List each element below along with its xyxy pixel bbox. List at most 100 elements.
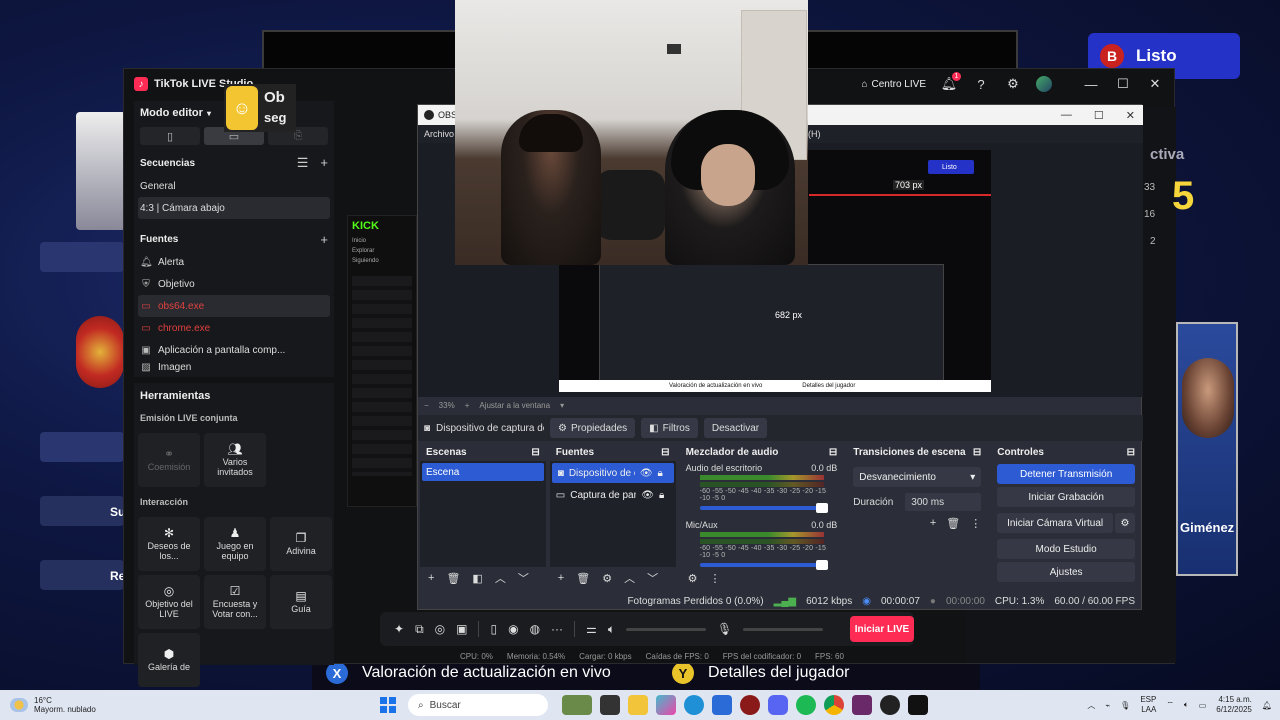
- layers-icon[interactable]: ⧉: [415, 622, 424, 637]
- gear-icon[interactable]: ⚙: [602, 572, 612, 585]
- trash-icon[interactable]: 🗑︎: [576, 572, 590, 585]
- settings-button[interactable]: Ajustes: [997, 562, 1135, 582]
- juego-equipo-tool[interactable]: ♟ Juego en equipo: [204, 517, 266, 571]
- obs-icon[interactable]: [880, 695, 900, 715]
- chevron-up-icon[interactable]: ︿: [1087, 700, 1095, 711]
- minimize-icon[interactable]: —: [1082, 75, 1100, 93]
- sequence-item[interactable]: 4:3 | Cámara abajo: [138, 197, 330, 219]
- clock[interactable]: 4:15 a.m. 6/12/2025: [1216, 695, 1252, 715]
- encuesta-tool[interactable]: ☑ Encuesta y Votar con...: [204, 575, 266, 629]
- mic-icon[interactable]: 🎙︎: [717, 622, 732, 636]
- source-item[interactable]: 🔔︎ Alerta: [134, 251, 334, 273]
- virtual-camera-settings-button[interactable]: ⚙: [1115, 513, 1135, 533]
- stop-streaming-button[interactable]: Detener Transmisión: [997, 464, 1135, 484]
- mic-volume-slider[interactable]: [743, 627, 824, 631]
- zoom-in-button[interactable]: +: [465, 401, 470, 410]
- source-row[interactable]: ▭ Captura de pant 👁︎ 🔒︎: [550, 485, 676, 505]
- arrow-down-icon[interactable]: ﹀: [518, 570, 529, 586]
- add-icon[interactable]: +: [930, 517, 936, 530]
- dock-menu-icon[interactable]: ⊟: [1127, 447, 1135, 458]
- app-red-icon[interactable]: [740, 695, 760, 715]
- magic-icon[interactable]: ✦: [394, 622, 404, 636]
- source-item[interactable]: ▨ Imagen: [134, 361, 334, 373]
- add-sequence-icon[interactable]: +: [320, 155, 328, 171]
- arrow-up-icon[interactable]: ︿: [495, 570, 506, 586]
- battery-icon[interactable]: ▭: [1199, 701, 1207, 710]
- arrow-down-icon[interactable]: ﹀: [647, 570, 658, 586]
- zoom-out-button[interactable]: −: [424, 401, 429, 410]
- fit-window-label[interactable]: Ajustar a la ventana: [479, 401, 550, 410]
- maximize-icon[interactable]: ☐: [1094, 109, 1104, 122]
- wifi-icon[interactable]: ⌔: [1166, 700, 1174, 710]
- deactivate-button[interactable]: Desactivar: [703, 418, 768, 438]
- source-item[interactable]: ⛨ Objetivo: [134, 273, 334, 295]
- weather-widget[interactable]: 16°C Mayorm. nublado: [0, 696, 380, 714]
- varios-invitados-tool[interactable]: 👥︎ Varios invitados: [204, 433, 266, 487]
- arrow-up-icon[interactable]: ︿: [624, 570, 635, 586]
- start-virtual-camera-button[interactable]: Iniciar Cámara Virtual: [997, 513, 1113, 533]
- more-icon[interactable]: ⋮: [709, 572, 720, 585]
- discord-icon[interactable]: [768, 695, 788, 715]
- file-explorer-icon[interactable]: [628, 695, 648, 715]
- guia-tool[interactable]: ▤ Guía: [270, 575, 332, 629]
- dock-menu-icon[interactable]: ⊟: [973, 447, 981, 458]
- edge-icon[interactable]: [684, 695, 704, 715]
- close-icon[interactable]: ✕: [1126, 109, 1135, 122]
- transition-select[interactable]: Desvanecimiento ▾: [853, 467, 982, 487]
- start-recording-button[interactable]: Iniciar Grabación: [997, 487, 1135, 507]
- network-icon[interactable]: ⌁: [1105, 701, 1110, 710]
- windows-start-icon[interactable]: [380, 697, 396, 713]
- add-icon[interactable]: +: [558, 572, 564, 584]
- phone-icon[interactable]: ▯: [490, 622, 497, 636]
- deseos-tool[interactable]: ✻ Deseos de los...: [138, 517, 200, 571]
- close-icon[interactable]: ✕: [1146, 75, 1164, 93]
- minimize-icon[interactable]: —: [1061, 109, 1072, 121]
- scene-item[interactable]: Escena: [422, 463, 544, 481]
- centro-live-button[interactable]: ⌂ Centro LIVE: [861, 79, 926, 90]
- slider-handle[interactable]: [815, 503, 828, 513]
- properties-button[interactable]: ⚙ Propiedades: [550, 418, 636, 438]
- dock-menu-icon[interactable]: ⊟: [661, 447, 669, 458]
- menu-archivo[interactable]: Archivo: [424, 129, 454, 139]
- lock-icon[interactable]: 🔒︎: [659, 490, 664, 501]
- add-icon[interactable]: +: [428, 572, 434, 584]
- store-icon[interactable]: [712, 695, 732, 715]
- lock-icon[interactable]: 🔒︎: [658, 468, 663, 479]
- volume-icon[interactable]: 🔈︎: [1184, 700, 1189, 710]
- camera-switch-icon[interactable]: ◍: [530, 622, 540, 636]
- source-item[interactable]: ▭ chrome.exe: [134, 317, 334, 339]
- source-item[interactable]: ▣ Aplicación a pantalla comp...: [134, 339, 334, 361]
- studio-mode-button[interactable]: Modo Estudio: [997, 539, 1135, 559]
- chrome-icon[interactable]: [824, 695, 844, 715]
- more-icon[interactable]: ···: [551, 622, 563, 636]
- maximize-icon[interactable]: ☐: [1114, 75, 1132, 93]
- spotify-icon[interactable]: [796, 695, 816, 715]
- source-item[interactable]: ▭ obs64.exe: [138, 295, 330, 317]
- eye-icon[interactable]: 👁︎: [641, 490, 654, 501]
- trash-icon[interactable]: 🗑︎: [946, 517, 960, 530]
- avatar[interactable]: [1036, 76, 1052, 92]
- effects-icon[interactable]: ◎: [435, 622, 445, 636]
- add-source-icon[interactable]: +: [320, 232, 328, 247]
- task-view-icon[interactable]: [600, 695, 620, 715]
- record-icon[interactable]: ▣: [456, 622, 467, 636]
- sequence-item[interactable]: General: [134, 175, 334, 197]
- trash-icon[interactable]: 🗑︎: [446, 572, 460, 585]
- adivina-tool[interactable]: ❐ Adivina: [270, 517, 332, 571]
- filters-button[interactable]: ◧ Filtros: [641, 418, 698, 438]
- mixer-settings-icon[interactable]: ⚙: [688, 572, 698, 585]
- sliders-icon[interactable]: ⚌: [586, 622, 597, 636]
- tab-portrait[interactable]: ▯: [140, 127, 200, 145]
- more-icon[interactable]: ⋮: [970, 517, 981, 530]
- help-icon[interactable]: ?: [972, 75, 990, 93]
- game-icon[interactable]: [852, 695, 872, 715]
- speaker-icon[interactable]: 🔈︎: [608, 622, 615, 637]
- settings-gear-icon[interactable]: ⚙: [1004, 75, 1022, 93]
- taskbar-search[interactable]: ⌕ Buscar: [408, 694, 548, 716]
- duration-input[interactable]: 300 ms: [905, 493, 982, 511]
- chevron-down-icon[interactable]: ▾: [560, 401, 564, 410]
- objetivo-live-tool[interactable]: ◎ Objetivo del LIVE: [138, 575, 200, 629]
- widgets-app-icon[interactable]: [562, 695, 592, 715]
- dock-menu-icon[interactable]: ⊟: [829, 447, 837, 458]
- eye-icon[interactable]: 👁︎: [640, 468, 653, 479]
